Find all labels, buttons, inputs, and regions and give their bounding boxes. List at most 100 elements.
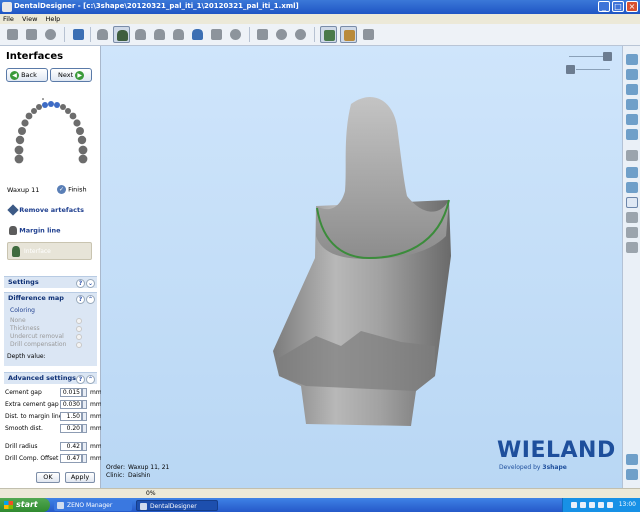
disc-icon[interactable] (227, 26, 244, 43)
tooth-icon[interactable] (132, 26, 149, 43)
tray-network-icon[interactable] (571, 502, 577, 508)
extra-cement-gap-label: Extra cement gap (5, 401, 59, 408)
view-bottom-icon[interactable] (626, 129, 638, 140)
view-left-icon[interactable] (626, 84, 638, 95)
reload-icon[interactable] (70, 26, 87, 43)
toolbar (0, 24, 640, 46)
extra-cement-gap-field[interactable]: 0.030 (60, 400, 82, 409)
smooth-distance-row: Smooth dist. 0.20 mm (5, 424, 102, 434)
expand-icon[interactable]: ⌄ (86, 279, 95, 288)
tray-app-icon[interactable] (598, 502, 604, 508)
margin-distance-spinner[interactable] (82, 412, 87, 421)
cement-gap-unit: mm (90, 389, 102, 396)
next-button[interactable]: Next ▶ (50, 68, 92, 82)
dental-model[interactable] (101, 46, 622, 488)
interface-tool[interactable]: Interface (7, 242, 92, 260)
cube-icon[interactable] (626, 242, 638, 253)
back-arrow-icon: ◀ (10, 70, 19, 80)
tray-security-icon[interactable] (589, 502, 595, 508)
clip-icon[interactable] (626, 182, 638, 193)
drill-radius-spinner[interactable] (82, 442, 87, 451)
arrow-icon[interactable] (360, 26, 377, 43)
view-right-icon[interactable] (626, 99, 638, 110)
menu-bar: File View Help (0, 14, 640, 24)
smooth-distance-spinner[interactable] (82, 424, 87, 433)
fit-icon[interactable] (626, 150, 638, 161)
tray-update-icon[interactable] (607, 502, 613, 508)
remove-artefacts-tool[interactable]: Remove artefacts (7, 204, 84, 216)
square-icon[interactable] (626, 227, 638, 238)
help-icon[interactable]: ? (76, 279, 85, 288)
view-front-icon[interactable] (626, 54, 638, 65)
margin-distance-label: Dist. to margin line (5, 413, 63, 420)
coloring-radio-none[interactable] (76, 318, 82, 324)
start-label: start (16, 500, 38, 509)
coloring-radio-drill[interactable] (76, 342, 82, 348)
transparency-icon[interactable] (626, 167, 638, 178)
open-icon[interactable] (4, 26, 21, 43)
clinic-value: Daishin (128, 472, 151, 479)
drill-offset-spinner[interactable] (82, 454, 87, 463)
tooth-outline-icon[interactable] (151, 26, 168, 43)
settings-icon[interactable] (626, 454, 638, 465)
view-top-icon[interactable] (626, 114, 638, 125)
menu-view[interactable]: View (19, 14, 40, 23)
sculpt-icon[interactable] (273, 26, 290, 43)
coloring-radio-thickness[interactable] (76, 326, 82, 332)
margin-distance-field[interactable]: 1.50 (60, 412, 82, 421)
taskbar: start ZENO Manager DentalDesigner 13:00 (0, 498, 640, 512)
help-icon[interactable]: ? (76, 375, 85, 384)
view-back-icon[interactable] (626, 69, 638, 80)
gingiva-icon[interactable] (208, 26, 225, 43)
help-icon[interactable]: ? (76, 295, 85, 304)
ok-button[interactable]: OK (36, 472, 60, 483)
connector-icon[interactable] (189, 26, 206, 43)
apply-button[interactable]: Apply (65, 472, 95, 483)
preparation-icon[interactable] (94, 26, 111, 43)
advanced-settings-section-header[interactable]: Advanced settings ? ⌃ (4, 372, 97, 384)
ruler-icon[interactable] (320, 26, 337, 43)
save-icon[interactable] (23, 26, 40, 43)
triangle-icon[interactable] (626, 212, 638, 223)
view-tools-panel (622, 46, 640, 488)
opacity-slider-track[interactable] (576, 69, 610, 70)
dental-arch-diagram[interactable] (12, 96, 90, 166)
task-dentaldesigner[interactable]: DentalDesigner (136, 500, 218, 511)
smooth-distance-field[interactable]: 0.20 (60, 424, 82, 433)
menu-file[interactable]: File (0, 14, 17, 23)
3d-viewport[interactable]: Order: Waxup 11, 21 Clinic: Daishin WIEL… (101, 46, 622, 488)
zoom-slider-handle[interactable] (603, 52, 612, 61)
margin-line-label: Margin line (19, 226, 61, 235)
tray-volume-icon[interactable] (580, 502, 586, 508)
cement-gap-field[interactable]: 0.015 (60, 388, 82, 397)
settings-section-header[interactable]: Settings ? ⌄ (4, 276, 97, 288)
extra-cement-gap-spinner[interactable] (82, 400, 87, 409)
drill-radius-field[interactable]: 0.42 (60, 442, 82, 451)
minimize-button[interactable]: _ (598, 1, 610, 12)
maximize-button[interactable]: □ (612, 1, 624, 12)
palette-icon[interactable] (340, 26, 357, 43)
difference-map-section-header[interactable]: Difference map ? ⌃ (4, 292, 97, 304)
export-icon[interactable] (626, 469, 638, 480)
smooth-icon[interactable] (292, 26, 309, 43)
margin-line-tool[interactable]: Margin line (9, 226, 61, 235)
close-button[interactable]: × (626, 1, 638, 12)
task-zeno-manager[interactable]: ZENO Manager (54, 500, 132, 511)
anatomy-icon[interactable] (170, 26, 187, 43)
finish-button[interactable]: ✓ Finish (57, 185, 87, 194)
cement-gap-spinner[interactable] (82, 388, 87, 397)
drill-offset-field[interactable]: 0.47 (60, 454, 82, 463)
scan-icon[interactable] (42, 26, 59, 43)
extra-cement-gap-row: Extra cement gap 0.030 mm (5, 400, 102, 410)
abutment-icon[interactable] (113, 26, 130, 43)
back-button[interactable]: ◀ Back (6, 68, 48, 82)
coloring-radio-undercut[interactable] (76, 334, 82, 340)
eye-icon[interactable] (626, 197, 638, 208)
clinic-label: Clinic: (106, 472, 125, 479)
menu-help[interactable]: Help (42, 14, 63, 23)
collapse-icon[interactable]: ⌃ (86, 295, 95, 304)
opacity-slider-handle[interactable] (566, 65, 575, 74)
merge-icon[interactable] (254, 26, 271, 43)
collapse-icon[interactable]: ⌃ (86, 375, 95, 384)
start-button[interactable]: start (0, 498, 50, 512)
